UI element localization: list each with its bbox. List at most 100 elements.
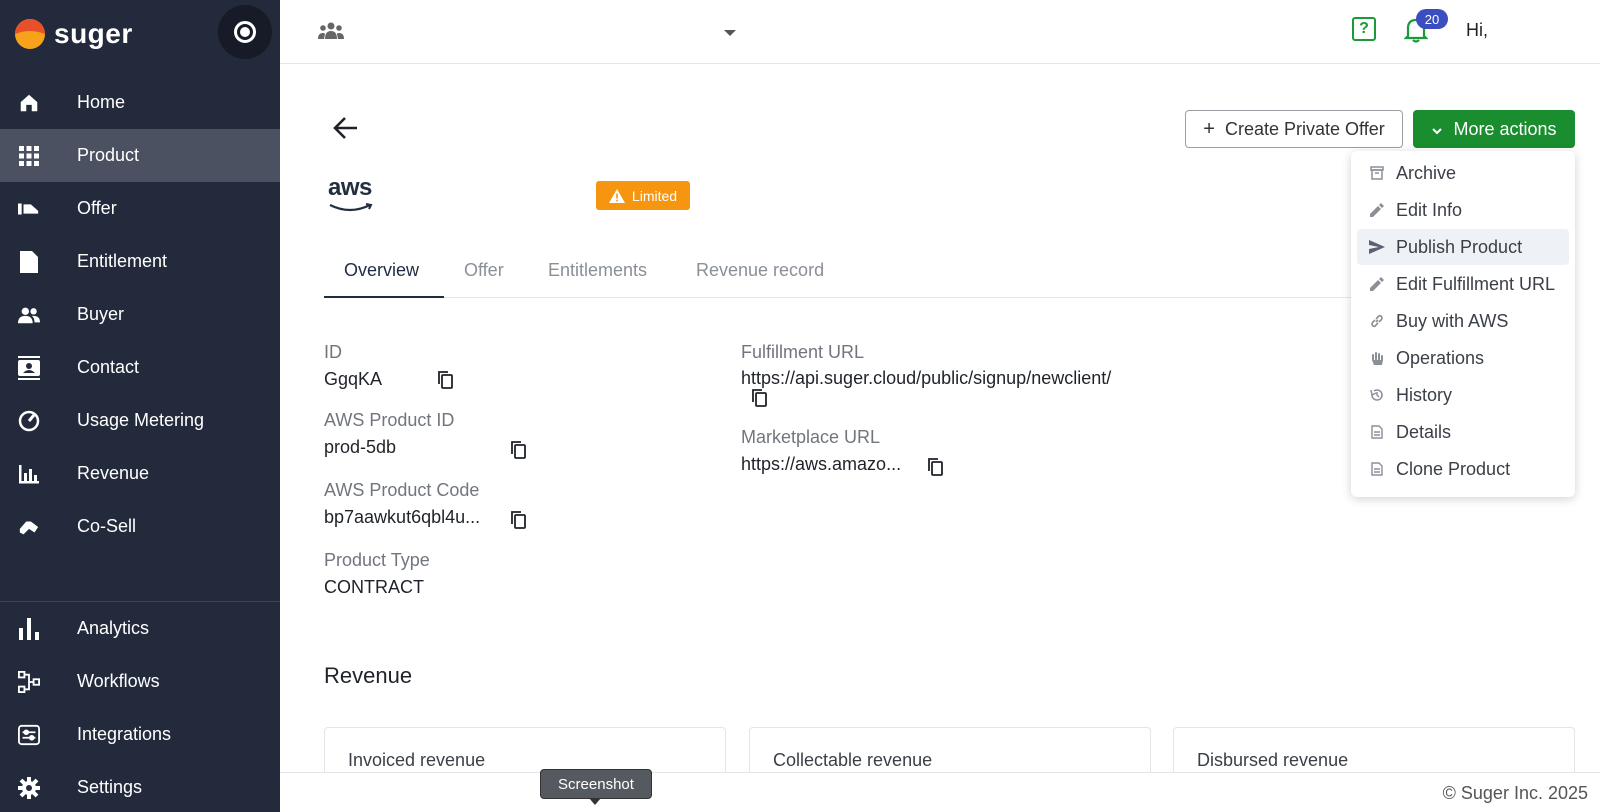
sidebar-item-label: Home [77,92,126,112]
sidebar-item-label: Revenue [77,463,150,483]
copyright-text: © Suger Inc. 2025 [1442,783,1588,803]
sidebar: suger Home Product Offer Entitlement Buy… [0,0,280,812]
copy-icon[interactable] [927,458,943,476]
card-label: Invoiced revenue [348,750,486,770]
suger-logo-icon [14,18,46,50]
help-icon[interactable]: ? [1352,17,1376,41]
theme-toggle-button[interactable] [218,5,272,59]
menu-item-clone-product[interactable]: Clone Product [1357,451,1569,487]
sidebar-item-label: Analytics [77,618,150,638]
aws-product-code-label: AWS Product Code [324,480,480,500]
menu-item-label: History [1396,384,1453,405]
menu-item-publish-product[interactable]: Publish Product [1357,229,1569,265]
file-icon [1369,424,1385,440]
menu-item-label: Clone Product [1396,458,1511,479]
bar-chart-icon [18,617,40,640]
people-icon [18,304,40,326]
menu-item-edit-info[interactable]: Edit Info [1357,192,1569,228]
menu-item-edit-fulfillment-url[interactable]: Edit Fulfillment URL [1357,266,1569,302]
gauge-icon [18,410,40,432]
sidebar-item-label: Workflows [77,671,160,691]
sidebar-item-home[interactable]: Home [0,76,280,129]
copy-icon[interactable] [751,389,767,407]
theme-icon [234,21,256,43]
aws-logo: aws [328,176,374,212]
revenue-section-title: Revenue [324,663,413,688]
copy-icon[interactable] [437,371,453,389]
sidebar-item-label: Integrations [77,724,172,744]
status-badge: Limited [596,181,690,210]
handshake-icon [18,516,40,538]
history-icon [1369,387,1385,403]
sidebar-item-buyer[interactable]: Buyer [0,288,280,341]
menu-item-details[interactable]: Details [1357,414,1569,450]
create-private-offer-label: Create Private Offer [1224,118,1385,139]
integrations-icon [18,724,40,746]
sidebar-item-label: Settings [77,777,143,797]
sidebar-item-label: Product [77,145,140,165]
menu-item-operations[interactable]: Operations [1357,340,1569,376]
pencil-icon [1369,276,1385,292]
marketplace-url-label: Marketplace URL [741,427,881,447]
menu-item-label: Buy with AWS [1396,310,1509,331]
warning-icon [608,188,625,203]
menu-item-label: Operations [1396,347,1485,368]
top-header: ? 20 Hi, [280,0,1600,64]
tab-revenue-record[interactable]: Revenue record [696,260,824,281]
sidebar-item-product[interactable]: Product [0,129,280,182]
aws-product-id-value: prod-5db [324,437,397,457]
tab-bar: Overview Offer Entitlements Revenue reco… [324,246,1364,298]
gear-icon [18,776,40,799]
tab-entitlements[interactable]: Entitlements [548,260,647,281]
back-arrow-icon[interactable] [332,114,360,142]
plus-icon: + [1203,117,1215,140]
home-icon [18,92,40,114]
chevron-down-icon [1431,119,1443,140]
link-icon [1369,313,1385,329]
sidebar-item-co-sell[interactable]: Co-Sell [0,500,280,553]
document-icon [18,250,40,273]
brand[interactable]: suger [14,18,133,50]
menu-item-label: Edit Info [1396,199,1463,220]
menu-item-buy-with-aws[interactable]: Buy with AWS [1357,303,1569,339]
copy-icon[interactable] [510,441,526,459]
fulfillment-url-value: https://api.suger.cloud/public/signup/ne… [741,368,1112,388]
marketplace-url-value[interactable]: https://aws.amazo... [741,454,901,475]
menu-item-label: Publish Product [1396,236,1523,257]
notification-count-badge: 20 [1416,9,1448,29]
send-icon [1369,239,1385,255]
sidebar-item-usage-metering[interactable]: Usage Metering [0,394,280,447]
more-actions-button[interactable]: More actions [1413,110,1575,148]
tab-offer[interactable]: Offer [464,260,504,281]
sidebar-item-label: Offer [77,198,117,218]
hand-icon [1369,350,1385,366]
archive-icon [1369,165,1385,181]
card-label: Collectable revenue [773,750,933,770]
sidebar-item-contact[interactable]: Contact [0,341,280,394]
fulfillment-url-label: Fulfillment URL [741,342,865,362]
product-type-label: Product Type [324,550,430,570]
sidebar-item-settings[interactable]: Settings [0,761,280,812]
menu-item-history[interactable]: History [1357,377,1569,413]
sidebar-item-integrations[interactable]: Integrations [0,708,280,761]
sidebar-item-revenue[interactable]: Revenue [0,447,280,500]
revenue-chart-icon [18,463,40,485]
create-private-offer-button[interactable]: + Create Private Offer [1185,110,1403,148]
sidebar-item-entitlement[interactable]: Entitlement [0,235,280,288]
user-greeting[interactable]: Hi, [1466,20,1488,41]
contact-card-icon [18,355,40,380]
aws-product-code-value: bp7aawkut6qbl4u... [324,507,481,527]
menu-item-label: Archive [1396,162,1457,183]
file-icon [1369,461,1385,477]
copy-icon[interactable] [510,511,526,529]
sidebar-item-label: Entitlement [77,251,168,271]
sidebar-item-offer[interactable]: Offer [0,182,280,235]
sidebar-item-workflows[interactable]: Workflows [0,655,280,708]
sidebar-item-analytics[interactable]: Analytics [0,602,280,655]
menu-item-archive[interactable]: Archive [1357,155,1569,191]
tab-overview[interactable]: Overview [344,260,419,281]
organization-icon [318,22,344,45]
org-dropdown-caret-icon[interactable] [724,30,736,36]
card-label: Disbursed revenue [1197,750,1349,770]
offer-icon [18,198,40,220]
